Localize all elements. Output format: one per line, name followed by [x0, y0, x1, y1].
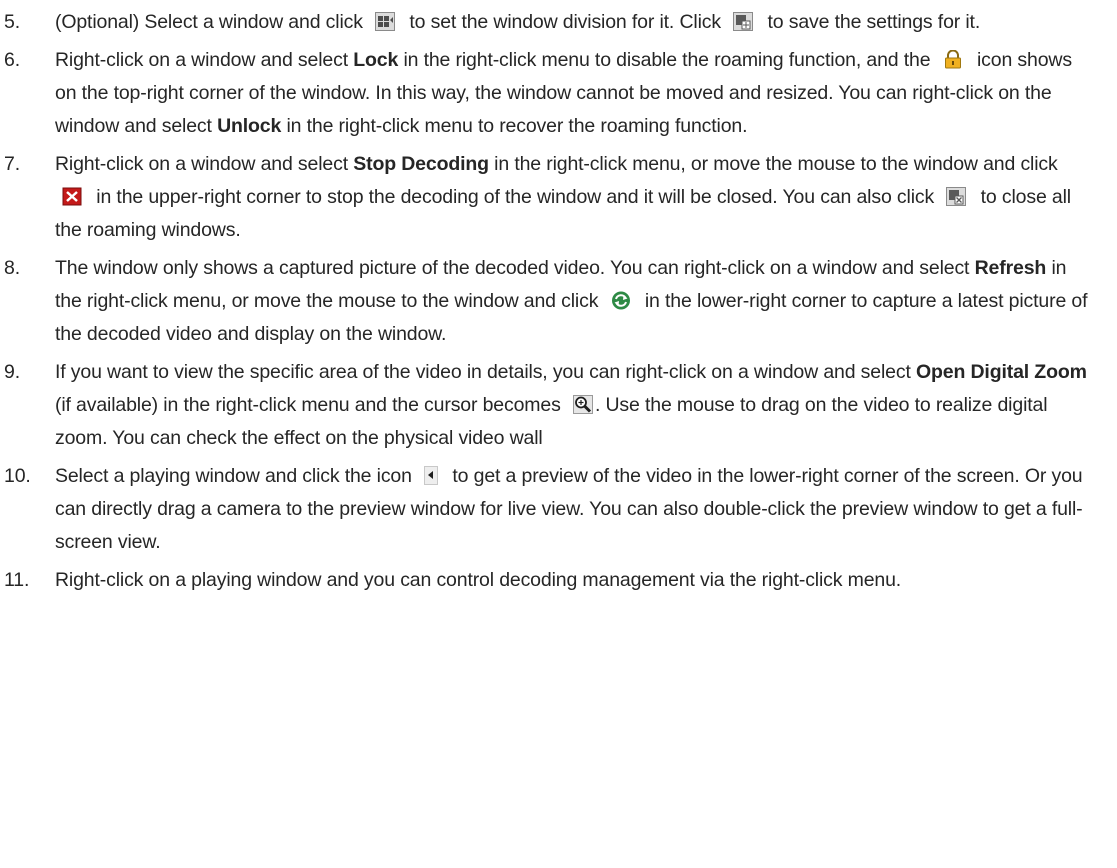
step-text: in the right-click menu to recover the r… — [286, 115, 748, 137]
step-number: 11. — [4, 569, 30, 591]
step-number: 6. — [4, 49, 20, 71]
menu-term: Stop Decoding — [353, 153, 489, 175]
window-division-icon — [375, 12, 396, 31]
step-number: 7. — [4, 153, 20, 175]
preview-arrow-icon — [424, 466, 439, 485]
step-text: in the upper-right corner to stop the de… — [96, 186, 935, 208]
list-item: 11. Right-click on a playing window and … — [0, 564, 1117, 597]
list-item: 8. The window only shows a captured pict… — [0, 252, 1117, 351]
menu-term: Refresh — [974, 257, 1047, 279]
step-text: Right-click on a window and select — [55, 49, 348, 71]
step-number: 5. — [4, 11, 20, 33]
close-all-windows-icon — [946, 187, 967, 206]
list-item: 5. (Optional) Select a window and click … — [0, 6, 1117, 39]
step-text: to save the settings for it. — [767, 11, 981, 33]
step-text: Select a playing window and click the ic… — [55, 465, 412, 487]
save-settings-icon — [733, 12, 754, 31]
menu-term: Open Digital Zoom — [916, 361, 1087, 383]
lock-icon — [943, 50, 963, 69]
step-number: 8. — [4, 257, 20, 279]
list-item: 6. Right-click on a window and select Lo… — [0, 44, 1117, 143]
step-text: (if available) in the right-click menu a… — [55, 394, 561, 416]
step-text: in the right-click menu to disable the r… — [403, 49, 931, 71]
list-item: 10. Select a playing window and click th… — [0, 460, 1117, 559]
step-text: in the right-click menu, or move the mou… — [494, 153, 1058, 175]
menu-term: Unlock — [217, 115, 282, 137]
list-item: 9. If you want to view the specific area… — [0, 356, 1117, 455]
step-number: 9. — [4, 361, 20, 383]
stop-decoding-icon — [62, 187, 82, 206]
step-text: (Optional) Select a window and click — [55, 11, 363, 33]
menu-term: Lock — [353, 49, 399, 71]
step-text: If you want to view the specific area of… — [55, 361, 911, 383]
refresh-icon — [611, 291, 631, 310]
step-text: to set the window division for it. Click — [409, 11, 721, 33]
list-item: 7. Right-click on a window and select St… — [0, 148, 1117, 247]
step-text: Right-click on a playing window and you … — [55, 569, 902, 591]
steps-list: 5. (Optional) Select a window and click … — [0, 0, 1117, 597]
step-text: The window only shows a captured picture… — [55, 257, 970, 279]
manual-page: 5. (Optional) Select a window and click … — [0, 0, 1117, 868]
step-text: Right-click on a window and select — [55, 153, 348, 175]
step-number: 10. — [4, 465, 31, 487]
digital-zoom-cursor-icon — [572, 395, 593, 414]
